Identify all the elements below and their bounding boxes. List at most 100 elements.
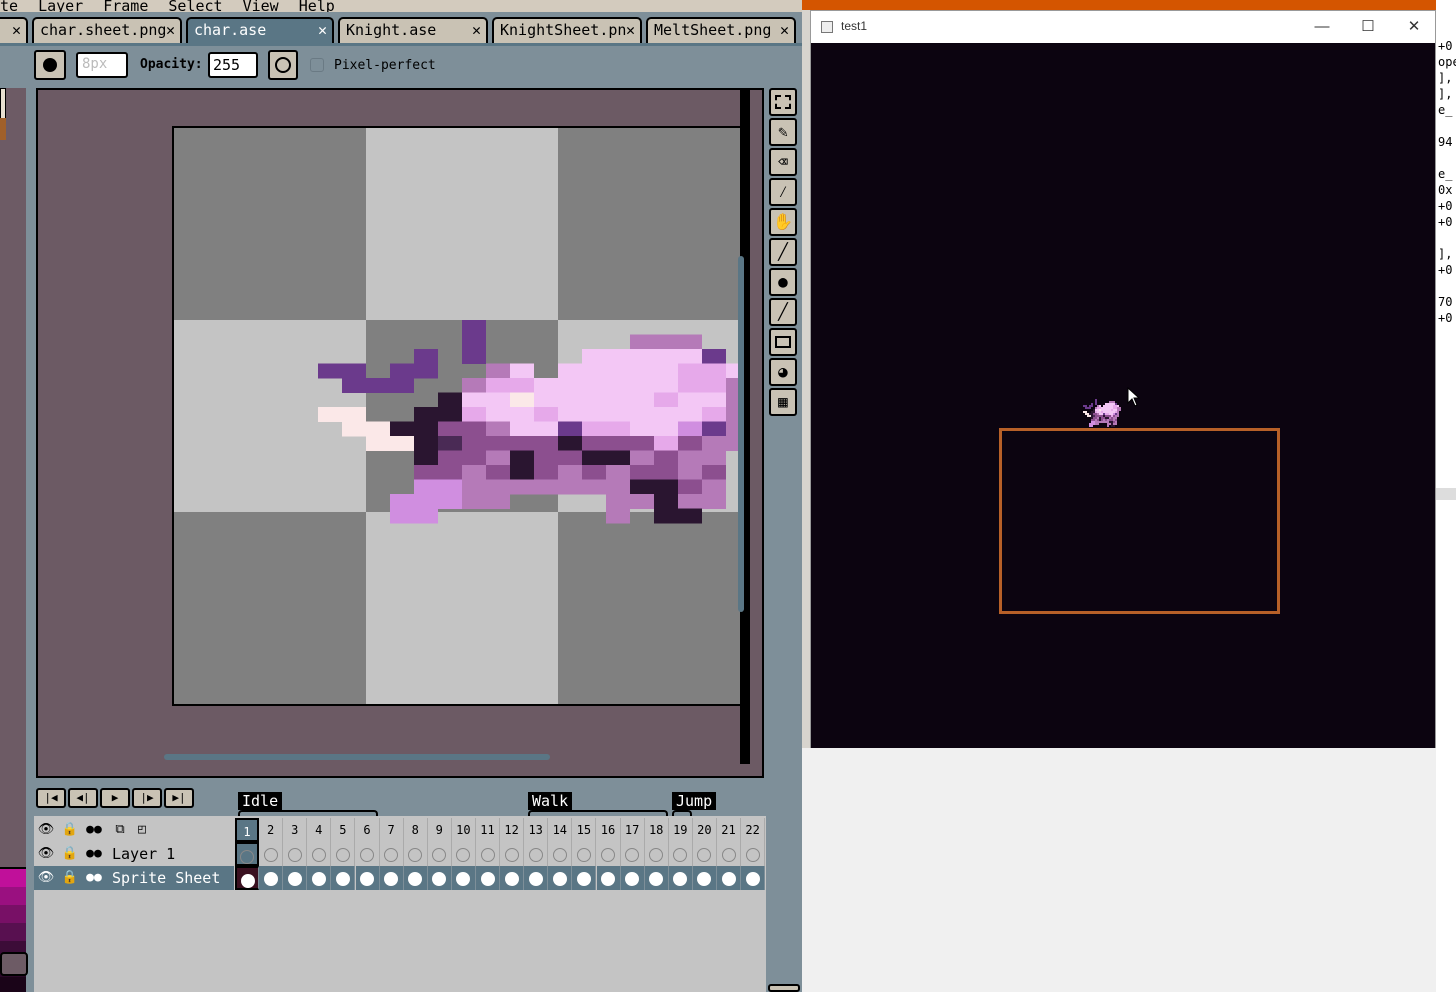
cel[interactable] — [621, 842, 645, 866]
cel[interactable] — [380, 842, 404, 866]
layer-row[interactable]: 👁 🔒 ●● Layer 1 — [34, 842, 766, 866]
visibility-icon[interactable]: 👁 — [36, 869, 56, 887]
menu-item[interactable]: Select — [168, 0, 222, 12]
cel[interactable] — [620, 866, 645, 890]
menu-item[interactable]: View — [243, 0, 279, 12]
tag-jump[interactable]: Jump — [672, 792, 717, 810]
tag-idle[interactable]: Idle — [238, 792, 283, 810]
cel[interactable] — [500, 866, 525, 890]
cel[interactable] — [741, 842, 766, 866]
vertical-scrollbar[interactable] — [738, 256, 744, 612]
frame-header[interactable]: 4 — [307, 818, 332, 842]
background-swatch[interactable] — [0, 118, 6, 140]
close-icon[interactable]: ✕ — [626, 21, 635, 39]
close-icon[interactable]: ✕ — [780, 21, 789, 39]
cel[interactable] — [476, 866, 500, 890]
frame-header[interactable]: 15 — [572, 818, 597, 842]
pencil-tool-button[interactable]: ✎ — [769, 118, 797, 146]
tab-document[interactable]: MeltSheet.png ✕ — [646, 17, 796, 43]
frame-header[interactable]: 6 — [356, 818, 380, 842]
cel[interactable] — [452, 842, 476, 866]
layer-name[interactable]: Layer 1 — [112, 842, 175, 866]
brush-tool-button[interactable]: ╱ — [769, 238, 797, 266]
marquee-tool-button[interactable] — [769, 88, 797, 116]
frame-header[interactable]: 5 — [331, 818, 356, 842]
frame-header[interactable]: 13 — [524, 818, 549, 842]
menu-item[interactable]: Frame — [103, 0, 148, 12]
cel[interactable] — [717, 842, 741, 866]
cel[interactable] — [235, 842, 259, 866]
cel[interactable] — [283, 842, 308, 866]
rectangle-tool-button[interactable] — [769, 328, 797, 356]
cel[interactable] — [669, 842, 693, 866]
contour-tool-button[interactable]: ◕ — [769, 358, 797, 386]
cel[interactable] — [693, 842, 717, 866]
line-tool-button[interactable]: ╱ — [769, 298, 797, 326]
tab-document[interactable]: char.sheet.png ✕ — [32, 17, 182, 43]
frame-header[interactable]: 8 — [404, 818, 428, 842]
game-viewport[interactable] — [811, 43, 1435, 748]
cel[interactable] — [597, 842, 621, 866]
cel[interactable] — [668, 866, 693, 890]
cel[interactable] — [596, 866, 621, 890]
visibility-icon[interactable]: 👁 — [36, 845, 56, 863]
close-button[interactable]: ✕ — [1391, 15, 1437, 39]
previous-frame-button[interactable]: ◀| — [68, 788, 98, 808]
cel[interactable] — [451, 866, 476, 890]
tab-document[interactable]: KnightSheet.pn ✕ — [492, 17, 642, 43]
bottom-left-button[interactable] — [0, 952, 28, 976]
tag-walk[interactable]: Walk — [528, 792, 573, 810]
visibility-header-icon[interactable]: 👁 — [36, 821, 56, 839]
lock-icon[interactable]: 🔒 — [60, 869, 80, 887]
cel[interactable] — [692, 866, 717, 890]
frame-header[interactable]: 3 — [283, 818, 308, 842]
tab-partial[interactable]: ✕ — [0, 17, 28, 43]
maximize-button[interactable]: ☐ — [1345, 15, 1391, 39]
layer-group-header-icon[interactable]: ⧉ — [110, 821, 130, 839]
cel[interactable] — [307, 866, 332, 890]
frame-header[interactable]: 9 — [428, 818, 452, 842]
frame-header[interactable]: 1 — [235, 818, 259, 842]
frame-header[interactable]: 11 — [476, 818, 500, 842]
cel[interactable] — [379, 866, 404, 890]
cel[interactable] — [548, 842, 573, 866]
continuous-icon[interactable]: ●● — [84, 869, 104, 887]
cel[interactable] — [741, 866, 766, 890]
cel[interactable] — [500, 842, 525, 866]
close-icon[interactable]: ✕ — [12, 21, 21, 39]
cel[interactable] — [235, 866, 259, 890]
cel[interactable] — [403, 866, 428, 890]
cel[interactable] — [331, 866, 356, 890]
cel[interactable] — [524, 866, 549, 890]
tab-document[interactable]: char.ase ✕ — [186, 17, 334, 43]
cel[interactable] — [476, 842, 500, 866]
next-frame-button[interactable]: |▶ — [132, 788, 162, 808]
minimize-button[interactable]: — — [1299, 15, 1345, 39]
frame-header[interactable]: 18 — [645, 818, 669, 842]
frame-header[interactable]: 2 — [259, 818, 284, 842]
frame-header[interactable]: 20 — [693, 818, 717, 842]
cel[interactable] — [355, 866, 380, 890]
canvas-editor[interactable] — [36, 88, 764, 778]
frame-header[interactable]: 19 — [669, 818, 693, 842]
cel[interactable] — [259, 842, 284, 866]
frame-header[interactable]: 7 — [380, 818, 404, 842]
cel[interactable] — [644, 866, 669, 890]
hand-tool-button[interactable]: ✋ — [769, 208, 797, 236]
continuous-header-icon[interactable]: ●● — [84, 821, 104, 839]
brush-type-button[interactable] — [34, 50, 66, 80]
close-icon[interactable]: ✕ — [166, 21, 175, 39]
continuous-icon[interactable]: ●● — [84, 845, 104, 863]
cel[interactable] — [356, 842, 380, 866]
close-icon[interactable]: ✕ — [472, 21, 481, 39]
frame-header[interactable]: 12 — [500, 818, 525, 842]
cel[interactable] — [548, 866, 573, 890]
cel[interactable] — [259, 866, 284, 890]
bottom-right-button[interactable] — [768, 984, 800, 992]
cel[interactable] — [404, 842, 428, 866]
game-window-titlebar[interactable]: test1 — ☐ ✕ — [811, 11, 1435, 43]
eyedropper-tool-button[interactable]: ⁄ — [769, 178, 797, 206]
play-button[interactable]: ▶ — [100, 788, 130, 808]
horizontal-scrollbar[interactable] — [164, 754, 550, 760]
menu-item[interactable]: Help — [299, 0, 335, 12]
